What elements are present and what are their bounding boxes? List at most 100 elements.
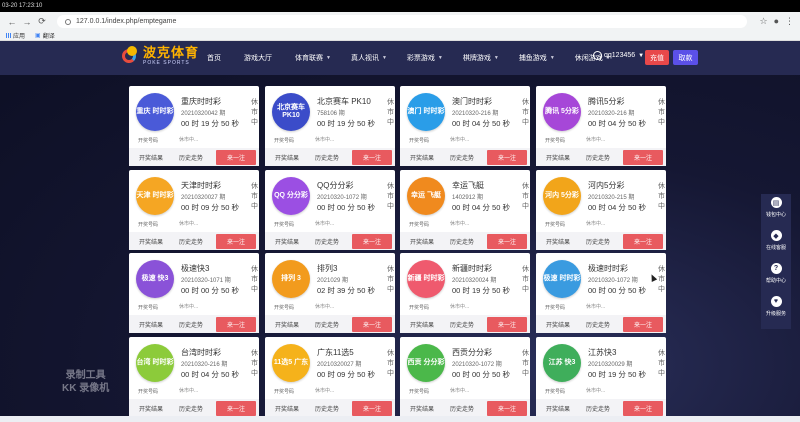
draw-result-button[interactable]: 开奖结果: [132, 401, 170, 416]
lottery-card: 排列 3 排列3 2021029 期 02 时 39 分 50 秒 开奖号码 休…: [265, 253, 395, 333]
lottery-logo-icon[interactable]: 极速 快3: [136, 260, 174, 298]
draw-result-button[interactable]: 开奖结果: [132, 234, 170, 249]
nav-item[interactable]: 游戏大厅: [244, 53, 275, 63]
star-icon[interactable]: ☆: [759, 16, 767, 27]
history-trend-button[interactable]: 历史走势: [308, 317, 346, 332]
status-text: 休市中...: [450, 388, 470, 394]
nav-item[interactable]: 真人视讯 ▼: [351, 53, 387, 63]
history-trend-button[interactable]: 历史走势: [579, 150, 617, 165]
history-trend-button[interactable]: 历史走势: [579, 317, 617, 332]
withdraw-button[interactable]: 取款: [673, 50, 698, 65]
history-trend-button[interactable]: 历史走势: [172, 401, 210, 416]
history-trend-button[interactable]: 历史走势: [308, 401, 346, 416]
lottery-logo-icon[interactable]: 排列 3: [272, 260, 310, 298]
place-bet-button[interactable]: 来一注: [216, 317, 256, 332]
chevron-down-icon: ▼: [638, 52, 645, 59]
nav-item[interactable]: 捕鱼游戏 ▼: [519, 53, 555, 63]
draw-result-button[interactable]: 开奖结果: [403, 150, 441, 165]
sidebar-item[interactable]: ♥ 升级服务: [761, 293, 791, 326]
place-bet-button[interactable]: 来一注: [623, 150, 663, 165]
nav-item[interactable]: 彩票游戏 ▼: [407, 53, 443, 63]
lottery-logo-icon[interactable]: 台湾 时时彩: [136, 344, 174, 382]
lottery-logo-icon[interactable]: 幸运 飞艇: [407, 177, 445, 215]
place-bet-button[interactable]: 来一注: [487, 150, 527, 165]
draw-number-label: 开奖号码: [138, 389, 159, 395]
status-mini: 休市中: [658, 266, 665, 293]
status-text: 休市中...: [179, 304, 199, 310]
place-bet-button[interactable]: 来一注: [487, 401, 527, 416]
draw-result-button[interactable]: 开奖结果: [403, 234, 441, 249]
place-bet-button[interactable]: 来一注: [487, 317, 527, 332]
lottery-logo-icon[interactable]: 新疆 时时彩: [407, 260, 445, 298]
bookmark-apps[interactable]: 应用: [6, 31, 25, 40]
draw-result-button[interactable]: 开奖结果: [132, 150, 170, 165]
lottery-logo-icon[interactable]: 河内 5分彩: [543, 177, 581, 215]
lottery-logo-icon[interactable]: QQ 分分彩: [272, 177, 310, 215]
lottery-logo-icon[interactable]: 腾讯 5分彩: [543, 93, 581, 131]
history-trend-button[interactable]: 历史走势: [172, 234, 210, 249]
main-nav: 首页 游戏大厅 体育联赛 ▼ 真人视讯 ▼ 彩票游戏 ▼ 棋牌游戏 ▼ 捕鱼游戏 ▼ 休闲游戏 ▼: [207, 41, 631, 75]
place-bet-button[interactable]: 来一注: [352, 317, 392, 332]
menu-icon[interactable]: ⋮: [785, 16, 794, 27]
forward-arrow-icon[interactable]: →: [21, 16, 33, 28]
history-trend-button[interactable]: 历史走势: [443, 234, 481, 249]
draw-result-button[interactable]: 开奖结果: [403, 317, 441, 332]
draw-result-button[interactable]: 开奖结果: [132, 317, 170, 332]
place-bet-button[interactable]: 来一注: [216, 150, 256, 165]
sidebar-item[interactable]: ◆ 在线客服: [761, 227, 791, 260]
reload-icon[interactable]: ⟳: [36, 16, 48, 28]
draw-result-button[interactable]: 开奖结果: [268, 317, 306, 332]
place-bet-button[interactable]: 来一注: [623, 234, 663, 249]
place-bet-button[interactable]: 来一注: [352, 234, 392, 249]
place-bet-button[interactable]: 来一注: [623, 317, 663, 332]
address-bar[interactable]: 127.0.0.1/index.php/emptegame: [57, 15, 747, 28]
draw-result-button[interactable]: 开奖结果: [539, 234, 577, 249]
history-trend-button[interactable]: 历史走势: [579, 401, 617, 416]
draw-result-button[interactable]: 开奖结果: [539, 401, 577, 416]
draw-result-button[interactable]: 开奖结果: [268, 234, 306, 249]
place-bet-button[interactable]: 来一注: [216, 234, 256, 249]
lottery-name: 西贡分分彩: [452, 348, 492, 357]
draw-result-button[interactable]: 开奖结果: [268, 150, 306, 165]
history-trend-button[interactable]: 历史走势: [308, 150, 346, 165]
lottery-logo-icon[interactable]: 重庆 时时彩: [136, 93, 174, 131]
nav-item[interactable]: 体育联赛 ▼: [295, 53, 331, 63]
draw-result-button[interactable]: 开奖结果: [539, 150, 577, 165]
place-bet-button[interactable]: 来一注: [352, 401, 392, 416]
draw-result-button[interactable]: 开奖结果: [539, 317, 577, 332]
history-trend-button[interactable]: 历史走势: [443, 401, 481, 416]
user-menu[interactable]: qq123456 ▼: [593, 51, 644, 60]
place-bet-button[interactable]: 来一注: [623, 401, 663, 416]
lottery-logo-icon[interactable]: 江苏 快3: [543, 344, 581, 382]
place-bet-button[interactable]: 来一注: [216, 401, 256, 416]
profile-icon[interactable]: ●: [774, 16, 779, 27]
lottery-logo-icon[interactable]: 北京赛车 PK10: [272, 93, 310, 131]
lottery-logo-icon[interactable]: 澳门 时时彩: [407, 93, 445, 131]
nav-item[interactable]: 首页: [207, 53, 224, 63]
back-arrow-icon[interactable]: ←: [6, 16, 18, 28]
lottery-logo-icon[interactable]: 11选5 广东: [272, 344, 310, 382]
history-trend-button[interactable]: 历史走势: [443, 317, 481, 332]
draw-number-label: 开奖号码: [274, 222, 295, 228]
site-logo[interactable]: 波克体育 POKE SPORTS: [122, 45, 199, 67]
history-trend-button[interactable]: 历史走势: [579, 234, 617, 249]
lottery-logo-icon[interactable]: 天津 时时彩: [136, 177, 174, 215]
history-trend-button[interactable]: 历史走势: [443, 150, 481, 165]
countdown: 00 时 00 分 50 秒: [317, 203, 375, 212]
lottery-logo-icon[interactable]: 极速 时时彩: [543, 260, 581, 298]
lottery-logo-icon[interactable]: 西贡 分分彩: [407, 344, 445, 382]
place-bet-button[interactable]: 来一注: [487, 234, 527, 249]
recharge-button[interactable]: 充值: [645, 50, 669, 65]
bookmark-translate[interactable]: ▣ 翻译: [35, 31, 55, 40]
nav-item[interactable]: 棋牌游戏 ▼: [463, 53, 499, 63]
history-trend-button[interactable]: 历史走势: [172, 317, 210, 332]
countdown: 00 时 00 分 50 秒: [452, 370, 510, 379]
history-trend-button[interactable]: 历史走势: [172, 150, 210, 165]
status-mini: 休市中: [522, 183, 529, 210]
draw-result-button[interactable]: 开奖结果: [268, 401, 306, 416]
sidebar-item[interactable]: ▤ 钱包中心: [761, 194, 791, 227]
sidebar-item[interactable]: ? 帮助中心: [761, 260, 791, 293]
place-bet-button[interactable]: 来一注: [352, 150, 392, 165]
history-trend-button[interactable]: 历史走势: [308, 234, 346, 249]
draw-result-button[interactable]: 开奖结果: [403, 401, 441, 416]
